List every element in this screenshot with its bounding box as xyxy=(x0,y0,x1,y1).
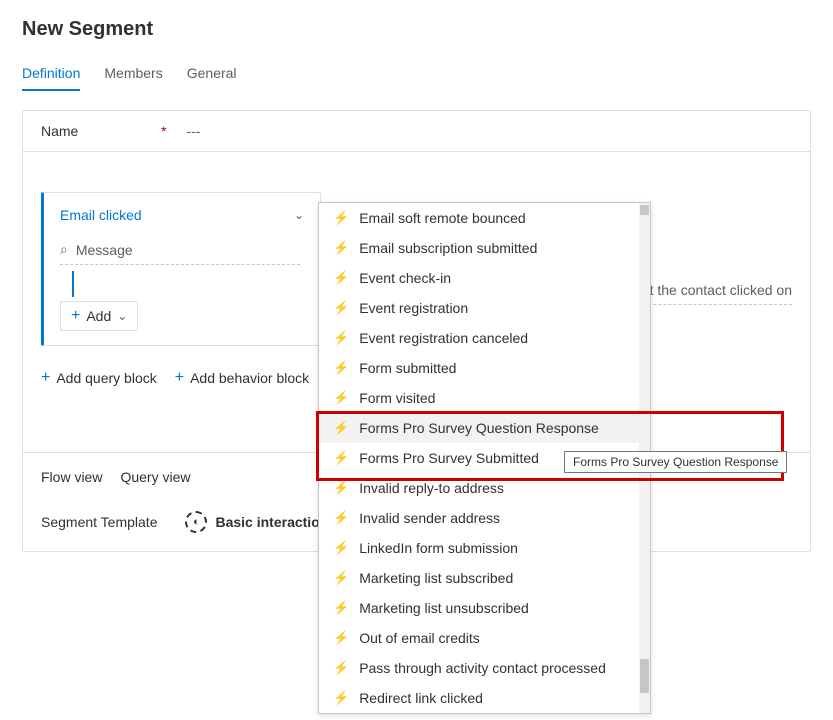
chevron-down-icon: ⌄ xyxy=(117,309,127,323)
page-title: New Segment xyxy=(22,18,811,41)
dropdown-item-label: Form visited xyxy=(359,390,435,406)
search-icon: ⌕ xyxy=(60,241,68,258)
bolt-icon: ⚡ xyxy=(333,600,349,616)
dropdown-item-label: Event check-in xyxy=(359,270,451,286)
dropdown-item-label: Forms Pro Survey Submitted xyxy=(359,450,539,466)
add-label: Add xyxy=(86,308,111,324)
bolt-icon: ⚡ xyxy=(333,510,349,526)
dropdown-item[interactable]: ⚡ Event registration xyxy=(319,293,650,323)
bolt-icon: ⚡ xyxy=(333,210,349,226)
dropdown-item[interactable]: ⚡ Forms Pro Survey Question Response xyxy=(319,413,650,443)
template-icon: ◐ xyxy=(185,511,207,533)
dropdown-item[interactable]: ⚡ LinkedIn form submission xyxy=(319,533,650,563)
dropdown-item[interactable]: ⚡ Event registration canceled xyxy=(319,323,650,353)
tabs: Definition Members General xyxy=(22,65,811,92)
required-indicator: * xyxy=(161,123,166,139)
template-label: Segment Template xyxy=(41,514,157,530)
bolt-icon: ⚡ xyxy=(333,270,349,286)
bolt-icon: ⚡ xyxy=(333,360,349,376)
dropdown-item[interactable]: ⚡ Invalid reply-to address xyxy=(319,473,650,503)
dropdown-item[interactable]: ⚡ Email subscription submitted xyxy=(319,233,650,263)
dropdown-item-label: Form submitted xyxy=(359,360,456,376)
scroll-up-arrow[interactable] xyxy=(640,205,649,215)
bolt-icon: ⚡ xyxy=(333,690,349,706)
dropdown-item-label: Forms Pro Survey Question Response xyxy=(359,420,599,436)
plus-icon: + xyxy=(71,308,80,324)
add-query-label: Add query block xyxy=(56,370,156,386)
connector-line xyxy=(72,271,304,297)
bolt-icon: ⚡ xyxy=(333,450,349,466)
add-behavior-label: Add behavior block xyxy=(190,370,309,386)
dropdown-item[interactable]: ⚡ Invalid sender address xyxy=(319,503,650,533)
bolt-icon: ⚡ xyxy=(333,570,349,586)
dropdown-item-label: Marketing list subscribed xyxy=(359,570,513,586)
dropdown-item[interactable]: ⚡ Marketing list subscribed xyxy=(319,563,650,593)
add-behavior-block-button[interactable]: + Add behavior block xyxy=(175,370,309,386)
bolt-icon: ⚡ xyxy=(333,390,349,406)
scroll-thumb[interactable] xyxy=(640,659,649,693)
bolt-icon: ⚡ xyxy=(333,330,349,346)
query-view-link[interactable]: Query view xyxy=(120,469,190,485)
dropdown-item-label: Event registration xyxy=(359,300,468,316)
flow-view-link[interactable]: Flow view xyxy=(41,469,102,485)
dropdown-item[interactable]: ⚡ Form submitted xyxy=(319,353,650,383)
dropdown-item[interactable]: ⚡ Pass through activity contact processed xyxy=(319,653,650,683)
bolt-icon: ⚡ xyxy=(333,480,349,496)
message-lookup[interactable]: ⌕ Message xyxy=(60,241,300,265)
dropdown-item[interactable]: ⚡ Event check-in xyxy=(319,263,650,293)
plus-icon: + xyxy=(41,370,50,386)
name-row: Name * --- xyxy=(23,111,810,152)
dropdown-item[interactable]: ⚡ Out of email credits xyxy=(319,623,650,653)
bolt-icon: ⚡ xyxy=(333,540,349,556)
tab-members[interactable]: Members xyxy=(104,65,162,91)
block-header[interactable]: Email clicked ⌄ xyxy=(60,207,304,223)
dropdown-item-label: LinkedIn form submission xyxy=(359,540,518,556)
dropdown-item-label: Event registration canceled xyxy=(359,330,528,346)
bolt-icon: ⚡ xyxy=(333,240,349,256)
dropdown-item-label: Marketing list unsubscribed xyxy=(359,600,529,616)
bolt-icon: ⚡ xyxy=(333,300,349,316)
add-condition-button[interactable]: + Add ⌄ xyxy=(60,301,138,331)
dropdown-item-label: Redirect link clicked xyxy=(359,690,483,706)
dropdown-item-label: Out of email credits xyxy=(359,630,480,646)
template-name[interactable]: Basic interaction xyxy=(215,514,328,530)
bolt-icon: ⚡ xyxy=(333,660,349,676)
name-label: Name xyxy=(41,123,161,139)
dropdown-item-label: Invalid reply-to address xyxy=(359,480,504,496)
message-label: Message xyxy=(76,242,133,258)
tab-definition[interactable]: Definition xyxy=(22,65,80,91)
dropdown-item-label: Invalid sender address xyxy=(359,510,500,526)
tab-general[interactable]: General xyxy=(187,65,237,91)
plus-icon: + xyxy=(175,370,184,386)
dropdown-item[interactable]: ⚡ Marketing list unsubscribed xyxy=(319,593,650,623)
dropdown-item[interactable]: ⚡ Email soft remote bounced xyxy=(319,203,650,233)
dropdown-item[interactable]: ⚡ Form visited xyxy=(319,383,650,413)
dropdown-item[interactable]: ⚡ Redirect link clicked xyxy=(319,683,650,713)
bolt-icon: ⚡ xyxy=(333,420,349,436)
dropdown-item-label: Email subscription submitted xyxy=(359,240,537,256)
name-value[interactable]: --- xyxy=(186,123,200,139)
block-title: Email clicked xyxy=(60,207,142,223)
bolt-icon: ⚡ xyxy=(333,630,349,646)
chevron-down-icon: ⌄ xyxy=(294,208,304,222)
dropdown-item-label: Email soft remote bounced xyxy=(359,210,526,226)
tooltip: Forms Pro Survey Question Response xyxy=(564,451,787,473)
query-block: Email clicked ⌄ ⌕ Message + Add ⌄ xyxy=(41,192,321,346)
dropdown-item-label: Pass through activity contact processed xyxy=(359,660,606,676)
add-query-block-button[interactable]: + Add query block xyxy=(41,370,157,386)
